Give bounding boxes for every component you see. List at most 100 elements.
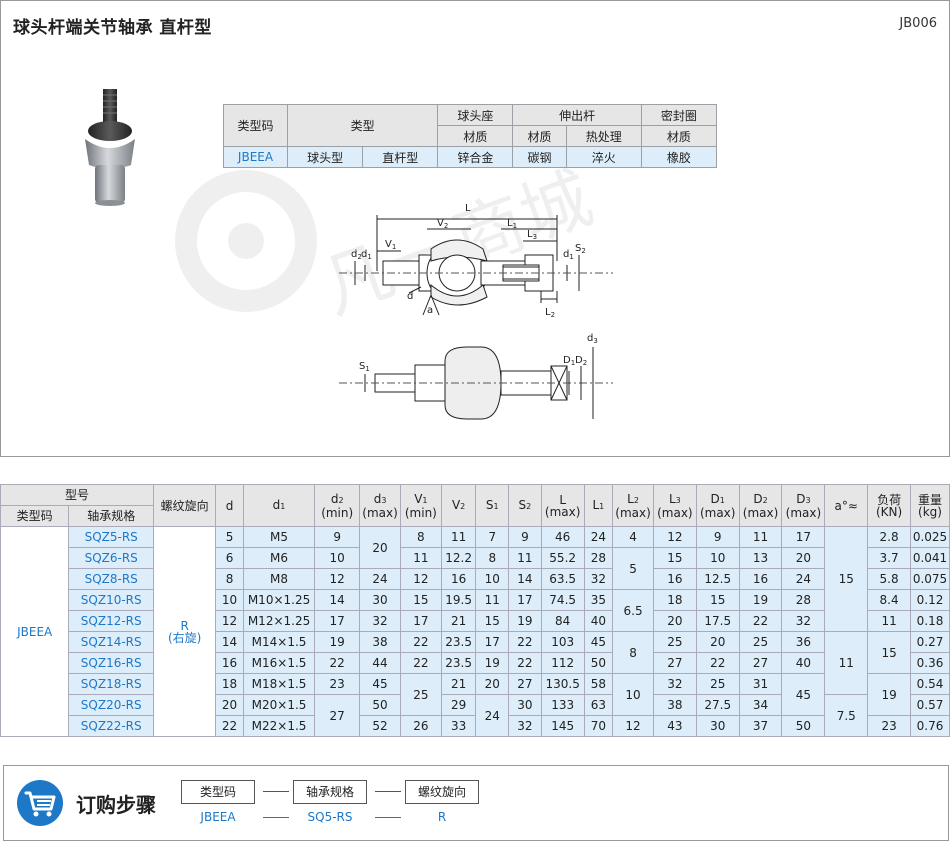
dim-D1: D1 [563, 355, 575, 367]
dim-S2: S2 [575, 243, 586, 255]
table-cell: 32 [508, 715, 542, 737]
table-cell: 14 [314, 589, 361, 611]
dim-V2: V2 [437, 218, 448, 230]
step-connector [375, 791, 401, 792]
table-cell: 12 [314, 568, 361, 590]
table-cell: 38 [359, 631, 401, 653]
table-cell: 63.5 [540, 568, 585, 590]
table-cell: 36 [781, 631, 826, 653]
table-cell: 70 [583, 715, 614, 737]
table-cell: 22 [215, 715, 244, 737]
table-cell: 145 [540, 715, 585, 737]
table-cell: M16×1.5 [242, 652, 316, 674]
table-cell: 12.5 [695, 568, 740, 590]
table-cell: 17.5 [695, 610, 740, 632]
type-value: 直杆型 [362, 146, 439, 168]
table-cell: 5.8 [867, 568, 912, 590]
header-material: 材质 [437, 125, 514, 147]
dim-d3: d3 [587, 333, 598, 345]
table-cell: 11 [475, 589, 510, 611]
table-cell: 29 [440, 694, 477, 716]
table-cell: 22 [314, 652, 361, 674]
table-cell: 58 [583, 673, 614, 695]
table-cell: 9 [695, 526, 740, 548]
table-cell: 11 [824, 631, 869, 695]
table-cell: 15 [475, 610, 510, 632]
table-cell: 50 [359, 694, 401, 716]
table-cell: 24 [359, 568, 401, 590]
dim-L: L [465, 203, 471, 214]
table-cell: 15 [652, 547, 697, 569]
table-cell: 20 [359, 526, 401, 569]
table-cell: 4 [612, 526, 654, 548]
table-cell: 12 [399, 568, 442, 590]
table-cell: 20 [215, 694, 244, 716]
dim-d1: d1 [361, 249, 372, 261]
table-cell: 52 [359, 715, 401, 737]
table-cell: 12 [652, 526, 697, 548]
table-cell: 0.12 [910, 589, 950, 611]
header-L2: L2 (max) [612, 484, 654, 527]
table-cell: 24 [475, 694, 510, 737]
table-cell: 74.5 [540, 589, 585, 611]
header-angle: a°≈ [824, 484, 869, 527]
table-cell: 32 [359, 610, 401, 632]
table-cell: 27 [738, 652, 783, 674]
table-cell: 55.2 [540, 547, 585, 569]
table-cell: 3.7 [867, 547, 912, 569]
table-cell: 15 [399, 589, 442, 611]
dim-S1: S1 [359, 361, 370, 373]
table-cell: 11 [738, 526, 783, 548]
table-cell: M22×1.5 [242, 715, 316, 737]
table-cell: 112 [540, 652, 585, 674]
value-connector [375, 817, 401, 818]
table-cell: 10 [475, 568, 510, 590]
table-cell: 10 [314, 547, 361, 569]
table-cell: 16 [652, 568, 697, 590]
header-L: L (max) [540, 484, 585, 527]
table-cell: 19.5 [440, 589, 477, 611]
table-cell: 19 [867, 673, 912, 716]
bearing-spec-cell: SQZ10-RS [68, 589, 155, 611]
table-cell: 31 [738, 673, 783, 695]
table-cell: 27.5 [695, 694, 740, 716]
table-cell: 17 [781, 526, 826, 548]
table-cell: 20 [475, 673, 510, 695]
table-cell: 40 [781, 652, 826, 674]
order-steps-panel: 订购步骤 类型码 轴承规格 螺纹旋向 JBEEA SQ5-RS R [3, 765, 949, 841]
table-cell: 14 [508, 568, 542, 590]
table-cell: 19 [314, 631, 361, 653]
table-cell: 45 [583, 631, 614, 653]
shopping-cart-icon [17, 780, 63, 826]
table-cell: 11 [867, 610, 912, 632]
table-cell: 27 [314, 694, 361, 737]
table-cell: 30 [508, 694, 542, 716]
dim-d1-right: d1 [563, 249, 574, 261]
example-bearing-spec: SQ5-RS [307, 810, 353, 824]
bearing-spec-cell: SQZ8-RS [68, 568, 155, 590]
table-cell: 0.57 [910, 694, 950, 716]
table-cell: 11 [399, 547, 442, 569]
material-spec-table: 类型码 类型 球头座 伸出杆 密封圈 材质 材质 热处理 材质 JBEEA 球头… [223, 104, 718, 168]
table-cell: 17 [508, 589, 542, 611]
bearing-spec-cell: SQZ12-RS [68, 610, 155, 632]
header-V1: V1 (min) [399, 484, 442, 527]
table-cell: 15 [867, 631, 912, 674]
header-model: 型号 [0, 484, 155, 506]
table-cell: 22 [399, 652, 442, 674]
bearing-spec-cell: SQZ18-RS [68, 673, 155, 695]
table-cell: 14 [215, 631, 244, 653]
table-cell: 20 [781, 547, 826, 569]
bearing-spec-cell: SQZ16-RS [68, 652, 155, 674]
step-bearing-spec: 轴承规格 [293, 780, 367, 804]
table-cell: 84 [540, 610, 585, 632]
table-cell: 33 [440, 715, 477, 737]
table-cell: 46 [540, 526, 585, 548]
dim-L3: L3 [527, 229, 537, 241]
table-cell: 21 [440, 610, 477, 632]
table-cell: M20×1.5 [242, 694, 316, 716]
table-cell: 16 [738, 568, 783, 590]
table-cell: 19 [508, 610, 542, 632]
table-cell: 133 [540, 694, 585, 716]
table-cell: 5 [612, 547, 654, 590]
